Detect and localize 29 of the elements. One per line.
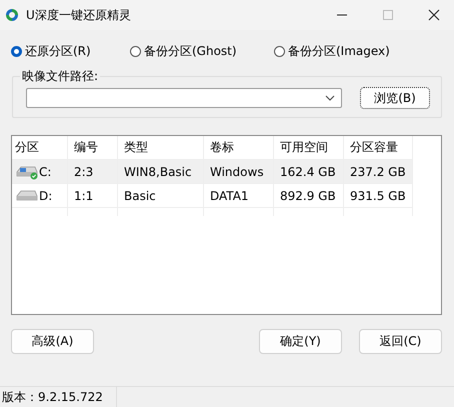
table-cell: C: [39,164,52,178]
table-cell: DATA1 [210,188,249,202]
mode-radio[interactable]: 备份分区(Ghost) [130,42,274,60]
mode-radio[interactable]: 备份分区(Imagex) [274,42,418,60]
group-label: 映像文件路径: [21,68,100,85]
partition-row[interactable]: D: 1:1 Basic DATA1 892.9 GB 931.5 GB [12,184,441,208]
app-logo-icon [4,7,20,23]
table-cell: Basic [124,188,156,202]
maximize-icon [382,9,394,21]
table-cell: 892.9 GB [280,188,336,202]
window-title: U深度一键还原精灵 [26,6,131,24]
table-cell: 237.2 GB [350,164,406,178]
table-cell: WIN8,Basic [124,164,192,178]
table-cell: 931.5 GB [350,188,406,202]
advanced-button[interactable]: 高级(A) [11,329,94,354]
table-cell: 1:1 [74,188,94,202]
table-cell: Windows [210,164,264,178]
path-dropdown[interactable] [26,88,342,108]
ok-button[interactable]: 确定(Y) [259,329,342,354]
table-cell: 2:3 [74,164,94,178]
mode-radio[interactable]: 还原分区(R) [11,42,130,60]
version-label: 版本：9.2.15.722 [0,387,117,407]
table-cell: 162.4 GB [280,164,336,178]
browse-button[interactable]: 浏览(B) [360,87,430,109]
table-cell: D: [39,188,52,202]
back-button[interactable]: 返回(C) [359,329,442,354]
close-icon[interactable] [428,9,440,21]
partition-row[interactable]: C: 2:3 WIN8,Basic Windows 162.4 GB 237.2 GB [12,160,441,184]
dropdown-caret-icon [325,95,335,101]
